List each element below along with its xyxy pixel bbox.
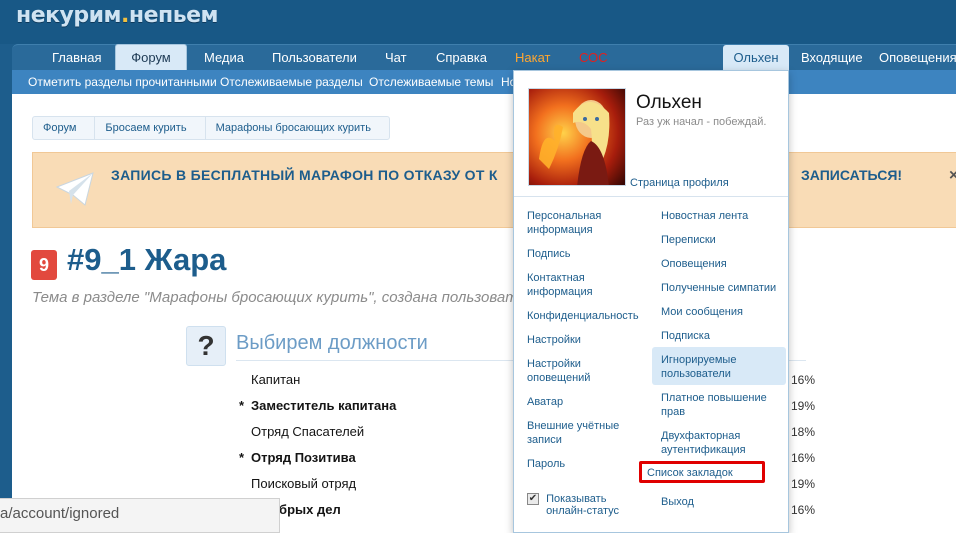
subnav-watched-threads[interactable]: Отслеживаемые темы [361,70,501,94]
menu-avatar[interactable]: Аватар [527,395,651,409]
main-content: Форум Бросаем курить Марафоны бросающих … [12,94,956,533]
breadcrumb-forum[interactable]: Форум [33,117,96,139]
online-status-label: Показывать онлайн-статус [546,493,620,517]
voted-marker: * [239,398,245,413]
nav-tab-chat[interactable]: Чат [373,45,419,71]
poll-percent: 19% [791,399,816,413]
site-header: некурим.непьем [0,0,956,44]
marathon-notice: ЗАПИСЬ В БЕСПЛАТНЫЙ МАРАФОН ПО ОТКАЗУ ОТ… [32,152,956,228]
nav-tab-forum[interactable]: Форум [115,44,187,71]
notice-signup-link[interactable]: ЗАПИСАТЬСЯ! [801,167,902,183]
poll-percent: 16% [791,503,816,517]
poll-option[interactable]: * Заместитель капитана [239,398,396,413]
user-menu-dropdown: Ольхен Раз уж начал - побеждай. Страница… [513,70,789,533]
menu-privacy[interactable]: Конфиденциальность [527,309,651,323]
menu-logout[interactable]: Выход [661,495,785,509]
breadcrumb: Форум Бросаем курить Марафоны бросающих … [32,116,390,140]
poll-option[interactable]: Отряд Спасателей [239,424,364,439]
nav-tab-media[interactable]: Медиа [192,45,256,71]
logo-text-a: некурим [16,3,122,28]
nav-tab-home[interactable]: Главная [40,45,113,71]
thread-title: #9_1 Жара [67,242,227,277]
thread-prefix-badge[interactable]: 9 [31,250,57,280]
menu-likes-received[interactable]: Полученные симпатии [661,281,785,295]
notice-text: ЗАПИСЬ В БЕСПЛАТНЫЙ МАРАФОН ПО ОТКАЗУ ОТ… [111,167,498,183]
menu-external-accounts[interactable]: Внешние учётные записи [527,419,633,447]
user-status: Раз уж начал - побеждай. [636,116,767,128]
checkbox-checked-icon[interactable]: ✔ [527,493,539,506]
nav-tab-user[interactable]: Ольхен [723,45,789,71]
breadcrumb-marathons[interactable]: Марафоны бросающих курить [206,117,389,139]
nav-tab-help[interactable]: Справка [424,45,499,71]
user-name[interactable]: Ольхен [636,92,702,114]
menu-my-messages[interactable]: Мои сообщения [661,305,785,319]
online-status-toggle[interactable]: ✔ Показывать онлайн-статус [527,493,642,517]
nav-tab-alerts[interactable]: Оповещения [867,45,956,71]
nav-tab-nakat[interactable]: Накат [503,45,563,71]
breadcrumb-quit-smoking[interactable]: Бросаем курить [95,117,206,139]
menu-ignored-users[interactable]: Игнорируемые пользователи [652,347,786,385]
voted-marker: * [239,450,245,465]
logo-dot: . [121,3,129,28]
nav-tab-users[interactable]: Пользователи [260,45,369,71]
user-menu-header: Ольхен Раз уж начал - побеждай. Страница… [514,71,788,197]
paper-plane-icon [55,172,94,206]
avatar[interactable] [528,88,626,186]
menu-bookmarks[interactable]: Список закладок [647,466,771,480]
poll-percent: 16% [791,373,816,387]
subnav-watched-forums[interactable]: Отслеживаемые разделы [212,70,371,94]
menu-subscription[interactable]: Подписка [661,329,785,343]
menu-news-feed[interactable]: Новостная лента [661,209,785,223]
nav-tab-inbox[interactable]: Входящие [789,45,875,71]
menu-alert-preferences[interactable]: Настройки оповещений [527,357,617,385]
menu-password[interactable]: Пароль [527,457,651,471]
poll-option[interactable]: Капитан [239,372,300,387]
sub-navigation: Отметить разделы прочитанными Отслеживае… [12,70,956,94]
menu-alerts[interactable]: Оповещения [661,257,785,271]
poll-percent: 16% [791,451,816,465]
site-logo[interactable]: некурим.непьем [16,3,219,28]
poll-percent: 18% [791,425,816,439]
menu-two-step[interactable]: Двухфакторная аутентификация [661,429,757,457]
menu-paid-upgrades[interactable]: Платное повышение прав [661,391,785,419]
status-bar-url: a/account/ignored [0,498,280,533]
poll-option[interactable]: Поисковый отряд [239,476,356,491]
menu-preferences[interactable]: Настройки [527,333,651,347]
menu-conversations[interactable]: Переписки [661,233,785,247]
profile-page-link[interactable]: Страница профиля [630,177,729,189]
main-navigation: Главная Форум Медиа Пользователи Чат Спр… [12,44,956,71]
logo-text-b: непьем [128,3,219,28]
thread-subtitle: Тема в разделе "Марафоны бросающих курит… [32,289,518,306]
menu-signature[interactable]: Подпись [527,247,651,261]
poll-option[interactable]: * Отряд Позитива [239,450,356,465]
question-mark-icon: ? [186,326,226,366]
menu-contact-info[interactable]: Контактная информация [527,271,651,299]
menu-personal-info[interactable]: Персональная информация [527,209,651,237]
close-icon[interactable]: × [949,167,956,185]
poll-title: Выбирем должности [236,332,428,354]
subnav-mark-read[interactable]: Отметить разделы прочитанными [20,70,225,94]
nav-tab-sos[interactable]: СОС [567,45,620,71]
poll-percent: 19% [791,477,816,491]
